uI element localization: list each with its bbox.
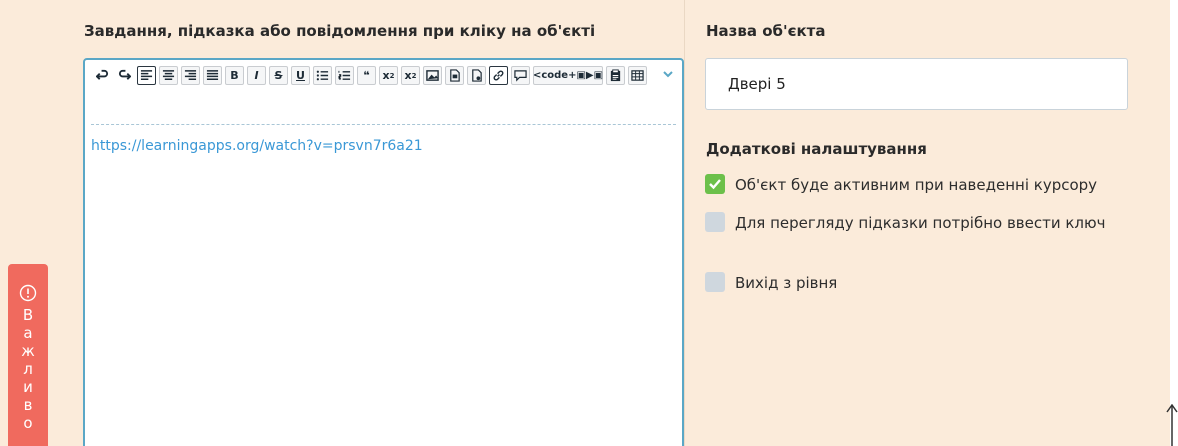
italic-icon[interactable]: I <box>247 66 266 85</box>
alert-circle-icon <box>19 284 37 302</box>
justify-icon[interactable] <box>203 66 222 85</box>
important-tab-label: Важливо <box>21 306 35 432</box>
option-label: Для перегляду підказки потрібно ввести к… <box>735 214 1106 232</box>
image-icon[interactable] <box>423 66 442 85</box>
checkbox-unchecked[interactable] <box>705 272 725 292</box>
superscript-icon[interactable]: x2 <box>401 66 420 85</box>
subscript-icon[interactable]: x2 <box>379 66 398 85</box>
bold-icon[interactable]: B <box>225 66 244 85</box>
table-icon[interactable] <box>628 66 647 85</box>
chevron-down-icon[interactable] <box>662 68 674 80</box>
blockquote-icon[interactable]: ❝ <box>357 66 376 85</box>
align-left-icon[interactable] <box>137 66 156 85</box>
bullet-list-icon[interactable] <box>313 66 332 85</box>
check-icon <box>709 179 721 190</box>
page-edge <box>1170 0 1178 446</box>
option-level-exit[interactable]: Вихід з рівня <box>705 270 1135 296</box>
file-icon[interactable] <box>445 66 464 85</box>
option-active-on-hover[interactable]: Об'єкт буде активним при наведенні курсо… <box>705 172 1135 198</box>
undo-icon[interactable] <box>93 66 112 85</box>
code-button[interactable]: <code+ ▣▶▣ <box>533 66 603 85</box>
object-name-input[interactable] <box>705 58 1128 110</box>
align-center-icon[interactable] <box>159 66 178 85</box>
rich-text-editor[interactable]: B I S U ❝ x2 x2 <code+ ▣▶▣ https://learn… <box>83 58 684 446</box>
important-tab[interactable]: Важливо <box>8 264 48 446</box>
underline-icon[interactable]: U <box>291 66 310 85</box>
editor-toolbar: B I S U ❝ x2 x2 <code+ ▣▶▣ <box>93 66 653 85</box>
extra-settings-label: Додаткові налаштування <box>706 140 927 158</box>
paste-icon[interactable] <box>606 66 625 85</box>
option-label: Об'єкт буде активним при наведенні курсо… <box>735 176 1098 194</box>
task-label: Завдання, підказка або повідомлення при … <box>84 22 596 40</box>
redo-icon[interactable] <box>115 66 134 85</box>
link-icon[interactable] <box>489 66 508 85</box>
column-divider <box>684 0 685 446</box>
media-icon[interactable] <box>467 66 486 85</box>
editor-content-link[interactable]: https://learningapps.org/watch?v=prsvn7r… <box>91 138 423 154</box>
option-label: Вихід з рівня <box>735 274 838 292</box>
strikethrough-icon[interactable]: S <box>269 66 288 85</box>
toolbar-separator <box>91 124 676 125</box>
scroll-up-arrow-icon[interactable] <box>1166 404 1178 446</box>
align-right-icon[interactable] <box>181 66 200 85</box>
numbered-list-icon[interactable] <box>335 66 354 85</box>
checkbox-unchecked[interactable] <box>705 212 725 232</box>
option-key-required[interactable]: Для перегляду підказки потрібно ввести к… <box>705 210 1135 236</box>
checkbox-checked[interactable] <box>705 174 725 194</box>
comment-icon[interactable] <box>511 66 530 85</box>
object-name-label: Назва об'єкта <box>706 22 826 40</box>
